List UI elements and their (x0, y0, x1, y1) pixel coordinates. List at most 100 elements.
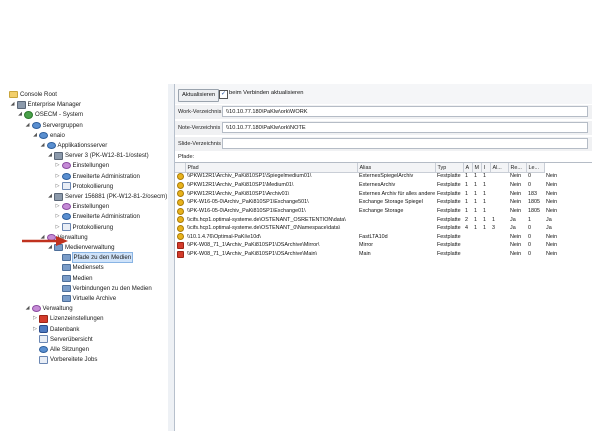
table-cell (472, 233, 481, 242)
expander-icon[interactable]: ▷ (32, 325, 38, 334)
server-icon (54, 192, 63, 201)
tree-node[interactable]: ◢ enaio (32, 131, 65, 140)
tree-node[interactable]: ▷ Lizenzeinstellungen (32, 314, 104, 323)
table-row[interactable]: \\PK-W16-05-0\Archiv_PaKi810SP1\Exchange… (175, 207, 592, 217)
table-row[interactable]: \\PK-W08_71_1\Archiv_PaKi810SP1\OSArchiv… (175, 242, 592, 251)
expander-icon[interactable]: ▷ (55, 202, 61, 211)
expander-icon[interactable]: ▷ (55, 182, 61, 191)
tree-node[interactable]: ▷ Protokollierung (55, 223, 113, 232)
expander-icon[interactable]: ◢ (32, 131, 38, 140)
expander-icon[interactable]: ◢ (25, 121, 31, 130)
table-row[interactable]: \\cifs.hcp1.optimal-systeme.de\OSTENANT_… (175, 224, 592, 234)
tree-node[interactable]: ▷ Protokollierung (55, 182, 113, 191)
expander-icon[interactable]: ◢ (47, 151, 53, 160)
tree-node[interactable]: Medien (55, 274, 93, 283)
pane-splitter[interactable] (168, 84, 175, 431)
medium-icon (176, 198, 184, 206)
tree-node[interactable]: ◢ OSECM - System (17, 110, 83, 119)
table-cell: Festplatte (437, 173, 461, 180)
tree-node[interactable]: ◢ Verwaltung (25, 304, 73, 313)
tree-node[interactable]: ▷ Einstellungen (55, 161, 109, 170)
table-cell: Festplatte (437, 199, 461, 206)
expander-icon[interactable]: ▷ (55, 161, 61, 170)
expander-icon[interactable]: ◢ (47, 192, 53, 201)
table-cell: 1 (492, 216, 495, 223)
refresh-button[interactable]: Aktualisieren (178, 89, 220, 102)
table-row[interactable]: \\PKW12R1\Archiv_PaKi810SP1\Medium01\ Ext… (175, 181, 592, 191)
expander-icon[interactable]: ▷ (55, 212, 61, 221)
table-row[interactable]: \\10.1.4.76\Optimal-PaKi\e10d\ FastLTA10d… (175, 233, 592, 242)
tree-node[interactable]: ◢ Server 3 (PK-W12-81-1/ostest) (47, 151, 149, 160)
tree-node[interactable]: Virtuelle Archive (55, 294, 116, 303)
column-header[interactable]: A (463, 163, 473, 173)
tree-node[interactable]: ▷ Datenbank (32, 325, 79, 334)
table-cell (490, 233, 508, 242)
expander-icon[interactable]: ◢ (10, 100, 16, 109)
table-row[interactable]: \\cifs.hcp1.optimal-systeme.de\OSTENANT_… (175, 216, 592, 225)
tree-node[interactable]: ◢ Server 156881 (PK-W12-81-2/osecm) (47, 192, 167, 201)
column-header[interactable]: I (481, 163, 491, 173)
table-row[interactable]: \\PK-W16-05-0\Archiv_PaKi810SP1\Exchange… (175, 198, 592, 208)
column-header[interactable]: Re... (508, 163, 527, 173)
tree-node[interactable]: ▷ Einstellungen (55, 202, 110, 211)
table-cell: 1805 (528, 199, 540, 206)
refresh-on-connect-checkbox[interactable]: ✓ (219, 90, 228, 99)
tree-node[interactable]: ▷ Erweiterte Administration (55, 212, 140, 221)
expander-icon[interactable]: ▷ (32, 314, 38, 323)
expander-icon[interactable]: ◢ (25, 304, 31, 313)
tree-node[interactable]: ▷ Erweiterte Administration (55, 172, 140, 181)
column-header[interactable]: Al... (490, 163, 509, 173)
tree-node-label: Medien (72, 274, 93, 282)
table-cell: Exchange Storage (359, 207, 404, 214)
table-row[interactable]: \\PK-W08_71_1\Archiv_PaKi810SP1\OSArchiv… (175, 250, 592, 260)
column-header[interactable]: Le... (526, 163, 545, 173)
tree-node-label: Erweiterte Administration (72, 213, 140, 221)
tree-node-label: Mediensets (72, 264, 104, 272)
tree-node[interactable]: ◢ Servergruppen (25, 121, 83, 130)
table-cell: Festplatte (437, 190, 461, 197)
column-header[interactable]: Pfad (185, 163, 358, 173)
column-header[interactable] (175, 163, 186, 173)
expander-icon[interactable]: ◢ (40, 141, 46, 150)
tree-node-label: Einstellungen (72, 203, 110, 211)
tree-node[interactable]: Alle Sitzungen (32, 345, 89, 354)
work-directory-field[interactable]: \\10.10.77.180\PaKlw\ork\WORK (222, 106, 588, 117)
users-icon (39, 346, 48, 353)
paths-panel: Aktualisieren ✓ beim Verbinden aktualisi… (175, 84, 592, 432)
tree-node[interactable]: Console Root (2, 90, 57, 99)
tree-node[interactable]: ◢ Applikationsserver (40, 141, 107, 150)
tree-node[interactable]: Mediensets (55, 263, 104, 272)
table-cell: Nein (510, 242, 522, 249)
table-cell (490, 190, 508, 199)
table-cell: 1 (483, 207, 486, 214)
table-cell: 1 (465, 173, 468, 180)
column-header[interactable]: Typ (435, 163, 464, 173)
tree-node-label: OSECM - System (35, 111, 84, 119)
table-cell (490, 199, 508, 208)
expander-icon[interactable]: ◢ (17, 110, 23, 119)
users-icon (61, 213, 71, 221)
column-header[interactable]: Alias (357, 163, 436, 173)
slide-directory-field[interactable] (222, 138, 588, 149)
tree-node[interactable]: Pfade zu den Medien (55, 252, 134, 264)
tree-node[interactable]: ◢ Enterprise Manager (10, 100, 81, 109)
tree-node[interactable]: Serverübersicht (32, 335, 93, 344)
table-cell: 0 (528, 251, 531, 258)
tree-node[interactable]: Verbindungen zu den Medien (55, 284, 152, 293)
media-icon (61, 295, 71, 302)
table-cell: Externes Archiv für alles andere (359, 190, 435, 197)
slide-directory-label: Slide-Verzeichnis (178, 141, 221, 147)
tree-node[interactable]: Vorbereitete Jobs (32, 355, 97, 364)
expander-icon[interactable]: ▷ (55, 172, 61, 181)
table-row[interactable]: \\PKW12R1\Archiv_PaKi810SP1\Archiv01\ Ext… (175, 190, 592, 199)
column-header[interactable]: M (472, 163, 482, 173)
table-cell: 1 (474, 173, 477, 180)
row-icon-cell (175, 198, 185, 208)
table-row[interactable]: \\PKW12R1\Archiv_PaKi810SP1\Spiegelmediu… (175, 173, 592, 182)
expander-icon[interactable]: ▷ (55, 223, 61, 232)
note-directory-label: Note-Verzeichnis (178, 125, 221, 131)
table-cell: Nein (510, 233, 522, 240)
note-directory-field[interactable]: \\10.10.77.180\PaKlw\ork\NOTE (222, 122, 588, 133)
table-cell: 1 (483, 199, 486, 206)
tree-node-label: Verbindungen zu den Medien (72, 284, 152, 292)
